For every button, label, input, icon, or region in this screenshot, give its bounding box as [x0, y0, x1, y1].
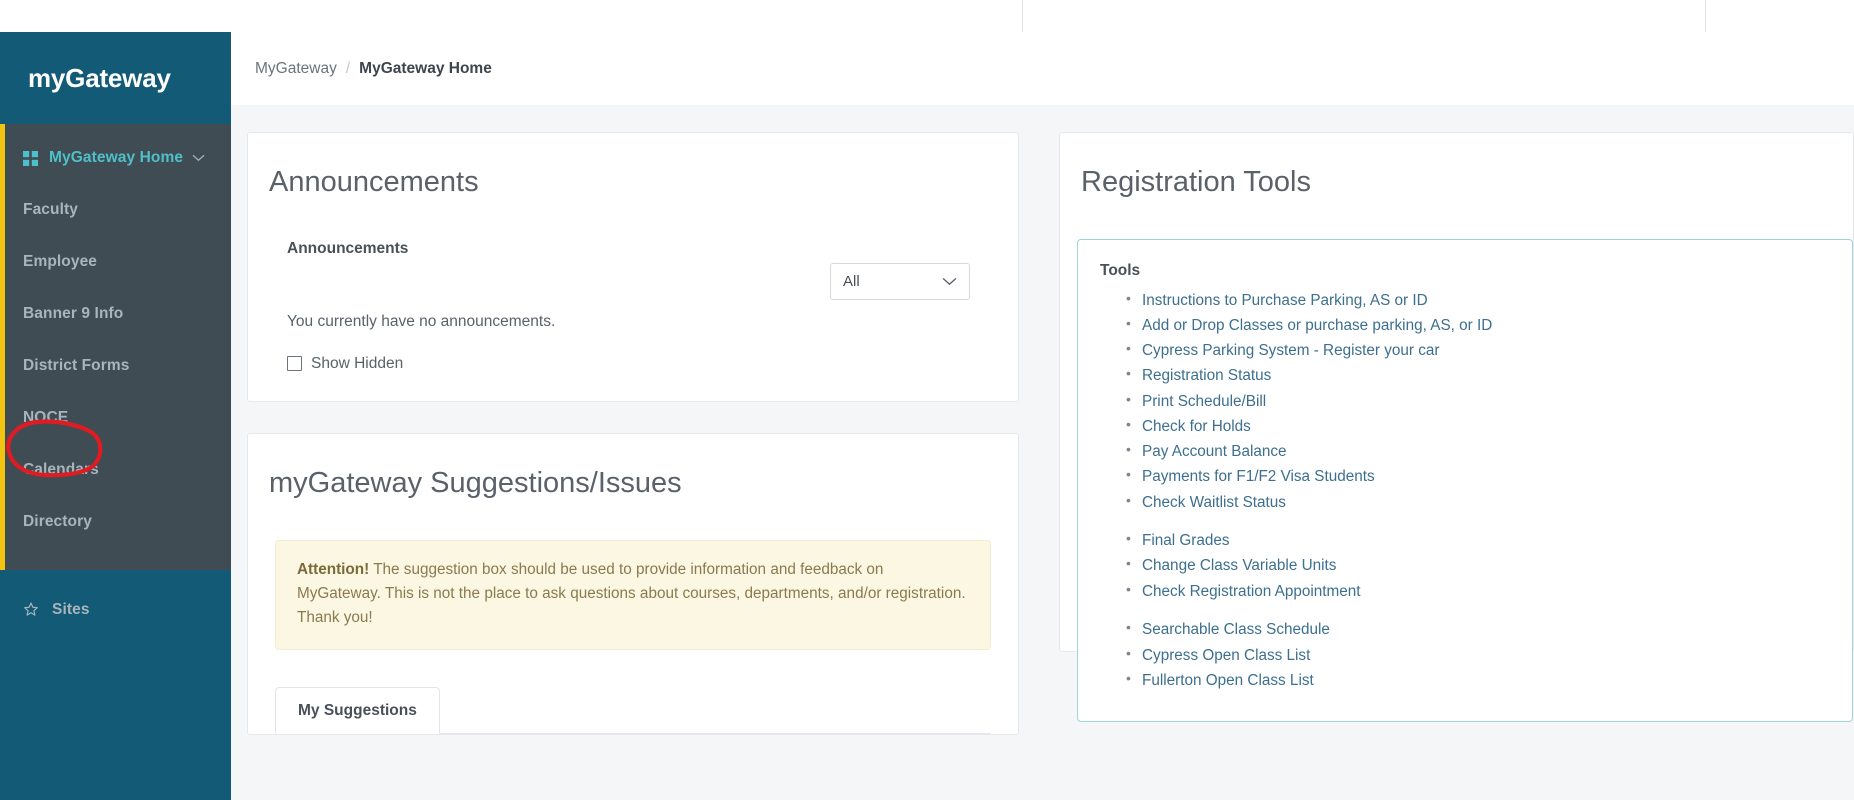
sidebar-item-district-forms[interactable]: District Forms	[0, 340, 231, 392]
tool-link[interactable]: Print Schedule/Bill	[1126, 390, 1852, 413]
tool-link[interactable]: Registration Status	[1126, 364, 1852, 387]
sidebar-item-label: Calendars	[23, 461, 99, 478]
sidebar-item-noce[interactable]: NOCE	[0, 392, 231, 444]
announcements-subtitle: Announcements	[287, 239, 409, 257]
page-title-announcements: Announcements	[269, 166, 479, 198]
brand-label: myGateway	[28, 62, 171, 93]
announcements-empty-message: You currently have no announcements.	[287, 312, 556, 330]
tool-link[interactable]: Fullerton Open Class List	[1126, 669, 1852, 692]
attention-banner: Attention! The suggestion box should be …	[275, 539, 991, 651]
breadcrumb: MyGateway / MyGateway Home	[231, 32, 1854, 105]
sidebar: myGateway MyGateway Home Faculty Employe…	[0, 32, 231, 800]
tool-link[interactable]: Check Registration Appointment	[1126, 580, 1852, 603]
tools-box-heading: Tools	[1100, 261, 1141, 279]
tool-link[interactable]: Pay Account Balance	[1126, 440, 1852, 463]
sidebar-nav: MyGateway Home Faculty Employee Banner 9…	[0, 124, 231, 570]
sidebar-item-label: NOCE	[23, 409, 69, 426]
tool-link[interactable]: Change Class Variable Units	[1126, 554, 1852, 577]
announcements-filter-select[interactable]: All	[830, 262, 970, 300]
tab-my-suggestions[interactable]: My Suggestions	[275, 687, 440, 735]
suggestions-tabs: My Suggestions	[275, 687, 991, 735]
sidebar-item-label: Employee	[23, 253, 98, 270]
attention-text: The suggestion box should be used to pro…	[297, 560, 966, 626]
tool-link[interactable]: Instructions to Purchase Parking, AS or …	[1126, 289, 1852, 312]
sidebar-item-directory[interactable]: Directory	[0, 496, 231, 548]
sidebar-item-faculty[interactable]: Faculty	[0, 184, 231, 236]
sidebar-sites-block: Sites	[0, 570, 231, 636]
sidebar-item-banner-9-info[interactable]: Banner 9 Info	[0, 288, 231, 340]
tab-label: My Suggestions	[298, 702, 417, 720]
sidebar-item-label: Sites	[52, 601, 90, 618]
page-title-suggestions: myGateway Suggestions/Issues	[269, 466, 682, 499]
grid-icon	[23, 150, 38, 166]
tools-group-grades: Final Grades Change Class Variable Units…	[1100, 529, 1852, 603]
tool-link[interactable]: Check for Holds	[1126, 415, 1852, 438]
breadcrumb-root[interactable]: MyGateway	[255, 60, 337, 78]
brand-logo[interactable]: myGateway	[0, 32, 231, 124]
breadcrumb-separator: /	[345, 59, 351, 77]
sidebar-item-calendars[interactable]: Calendars	[0, 444, 231, 496]
sidebar-item-employee[interactable]: Employee	[0, 236, 231, 288]
left-column: Announcements Announcements All You curr…	[247, 132, 1019, 736]
sidebar-item-label: District Forms	[23, 357, 130, 374]
page-root: WebStar MenuAdmin My Mail My Sites Jonat…	[0, 0, 1854, 800]
page-title-registration-tools: Registration Tools	[1081, 166, 1311, 198]
breadcrumb-current: MyGateway Home	[359, 59, 492, 77]
tool-link[interactable]: Check Waitlist Status	[1126, 491, 1852, 514]
chevron-down-icon	[942, 273, 957, 290]
content-area: MyGateway / MyGateway Home Announcements…	[231, 32, 1854, 800]
tool-link[interactable]: Cypress Open Class List	[1126, 644, 1852, 667]
star-icon	[23, 602, 39, 618]
announcements-card: Announcements Announcements All You curr…	[247, 132, 1019, 402]
tools-group-registration: Instructions to Purchase Parking, AS or …	[1100, 289, 1852, 514]
tool-link[interactable]: Add or Drop Classes or purchase parking,…	[1126, 314, 1852, 337]
chevron-down-icon[interactable]	[192, 149, 205, 167]
sidebar-item-label: Directory	[23, 513, 92, 530]
announcements-filter-row: All	[248, 258, 1018, 300]
tool-link[interactable]: Searchable Class Schedule	[1126, 618, 1852, 641]
tools-group-class-lists: Searchable Class Schedule Cypress Open C…	[1100, 618, 1852, 692]
registration-tools-card: Registration Tools Tools Instructions to…	[1059, 132, 1854, 723]
show-hidden-checkbox[interactable]	[287, 356, 302, 372]
show-hidden-label: Show Hidden	[311, 354, 404, 372]
sidebar-item-label: MyGateway Home	[49, 149, 184, 166]
sidebar-item-sites[interactable]: Sites	[0, 584, 231, 636]
show-hidden-row[interactable]: Show Hidden	[248, 331, 1018, 373]
tool-link[interactable]: Final Grades	[1126, 529, 1852, 552]
announcements-filter-value: All	[843, 272, 860, 290]
sidebar-accent-bar	[0, 124, 5, 570]
sidebar-item-mygateway-home[interactable]: MyGateway Home	[0, 132, 231, 184]
tool-link[interactable]: Payments for F1/F2 Visa Students	[1126, 465, 1852, 488]
right-column: Registration Tools Tools Instructions to…	[1059, 132, 1854, 735]
attention-prefix: Attention!	[297, 560, 370, 578]
tools-box: Tools Instructions to Purchase Parking, …	[1077, 238, 1853, 723]
sidebar-item-label: Banner 9 Info	[23, 305, 124, 322]
suggestions-card: myGateway Suggestions/Issues Attention! …	[247, 432, 1019, 736]
sidebar-item-label: Faculty	[23, 201, 78, 218]
tool-link[interactable]: Cypress Parking System - Register your c…	[1126, 339, 1852, 362]
columns: Announcements Announcements All You curr…	[231, 105, 1854, 736]
